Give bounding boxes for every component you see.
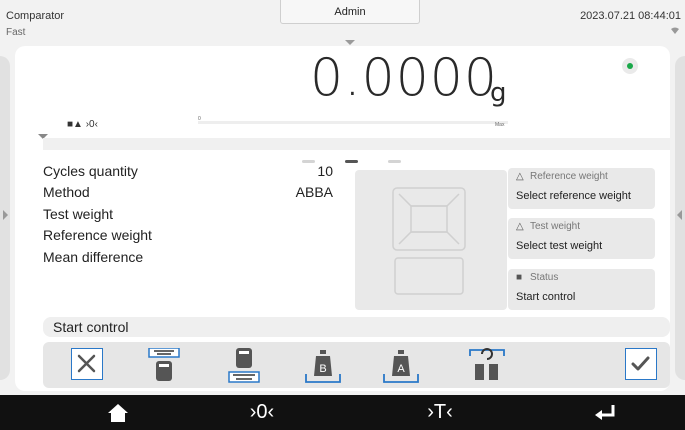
capacity-bar-min: 0 bbox=[198, 116, 201, 122]
page-dot-active[interactable] bbox=[345, 160, 358, 163]
svg-text:B: B bbox=[319, 363, 326, 375]
card-value: Start control bbox=[516, 291, 576, 303]
main-panel: 0.0000 g ■▲ ›0‹ 0 Max Cycles quantity 10… bbox=[15, 46, 670, 391]
card-title: Reference weight bbox=[530, 171, 608, 182]
prompt-bar: Start control bbox=[43, 317, 670, 337]
confirm-icon[interactable] bbox=[625, 348, 657, 380]
pull-down-icon[interactable] bbox=[345, 40, 355, 45]
capacity-bar bbox=[198, 121, 508, 124]
reference-weight-card[interactable]: △ Reference weight Select reference weig… bbox=[508, 168, 655, 209]
param-value-cycles: 10 bbox=[317, 163, 333, 179]
toolbar: B A bbox=[43, 342, 670, 388]
param-label-reference-weight: Reference weight bbox=[43, 227, 152, 243]
print-header-icon[interactable] bbox=[148, 347, 180, 381]
card-value: Select test weight bbox=[516, 240, 603, 252]
capacity-bar-max: Max bbox=[495, 122, 505, 128]
bottom-nav: ›0‹ ›T‹ bbox=[0, 395, 685, 430]
param-label-test-weight: Test weight bbox=[43, 206, 114, 222]
status-bar: Comparator Fast Admin 2023.07.21 08:44:0… bbox=[0, 0, 685, 45]
settings-tools-icon[interactable] bbox=[71, 348, 103, 380]
param-label-mean-difference: Mean difference bbox=[43, 249, 144, 265]
home-icon[interactable] bbox=[88, 395, 148, 430]
weight-unit[interactable]: g bbox=[490, 78, 507, 108]
section-divider bbox=[43, 138, 670, 150]
param-label-cycles: Cycles quantity bbox=[43, 163, 138, 179]
status-indicators: ■▲ ›0‹ bbox=[67, 119, 98, 130]
user-tab[interactable]: Admin bbox=[280, 0, 420, 24]
weight-icon: △ bbox=[516, 171, 524, 182]
right-panel-handle[interactable] bbox=[675, 56, 685, 380]
weight-a-icon[interactable]: A bbox=[383, 348, 419, 383]
left-panel-handle[interactable] bbox=[0, 56, 10, 380]
weight-readout: 0.0000 bbox=[310, 48, 498, 108]
param-value-method: ABBA bbox=[295, 184, 333, 200]
tare-icon[interactable]: ›T‹ bbox=[410, 395, 470, 430]
stability-indicator-icon bbox=[622, 58, 638, 74]
zero-icon[interactable]: ›0‹ bbox=[232, 395, 292, 430]
page-dot[interactable] bbox=[302, 160, 315, 163]
page-dot[interactable] bbox=[388, 160, 401, 163]
card-title: Test weight bbox=[530, 221, 581, 232]
svg-text:A: A bbox=[397, 363, 405, 375]
mode-submode: Fast bbox=[6, 27, 26, 38]
weighing-pan-graphic bbox=[355, 170, 507, 310]
chevron-left-icon bbox=[677, 210, 682, 220]
weight-b-icon[interactable]: B bbox=[305, 348, 341, 383]
swap-weights-icon[interactable] bbox=[469, 348, 505, 380]
card-value: Select reference weight bbox=[516, 190, 631, 202]
test-weight-card[interactable]: △ Test weight Select test weight bbox=[508, 218, 655, 259]
wifi-icon bbox=[671, 26, 679, 36]
status-card[interactable]: ■ Status Start control bbox=[508, 269, 655, 310]
card-title: Status bbox=[530, 272, 559, 283]
chevron-right-icon bbox=[3, 210, 8, 220]
status-icon: ■ bbox=[516, 272, 523, 283]
weight-icon: △ bbox=[516, 221, 524, 232]
enter-icon[interactable] bbox=[575, 395, 635, 430]
mode-name[interactable]: Comparator bbox=[6, 10, 64, 22]
datetime: 2023.07.21 08:44:01 bbox=[580, 10, 681, 22]
print-footer-icon[interactable] bbox=[227, 348, 260, 383]
param-label-method: Method bbox=[43, 184, 90, 200]
